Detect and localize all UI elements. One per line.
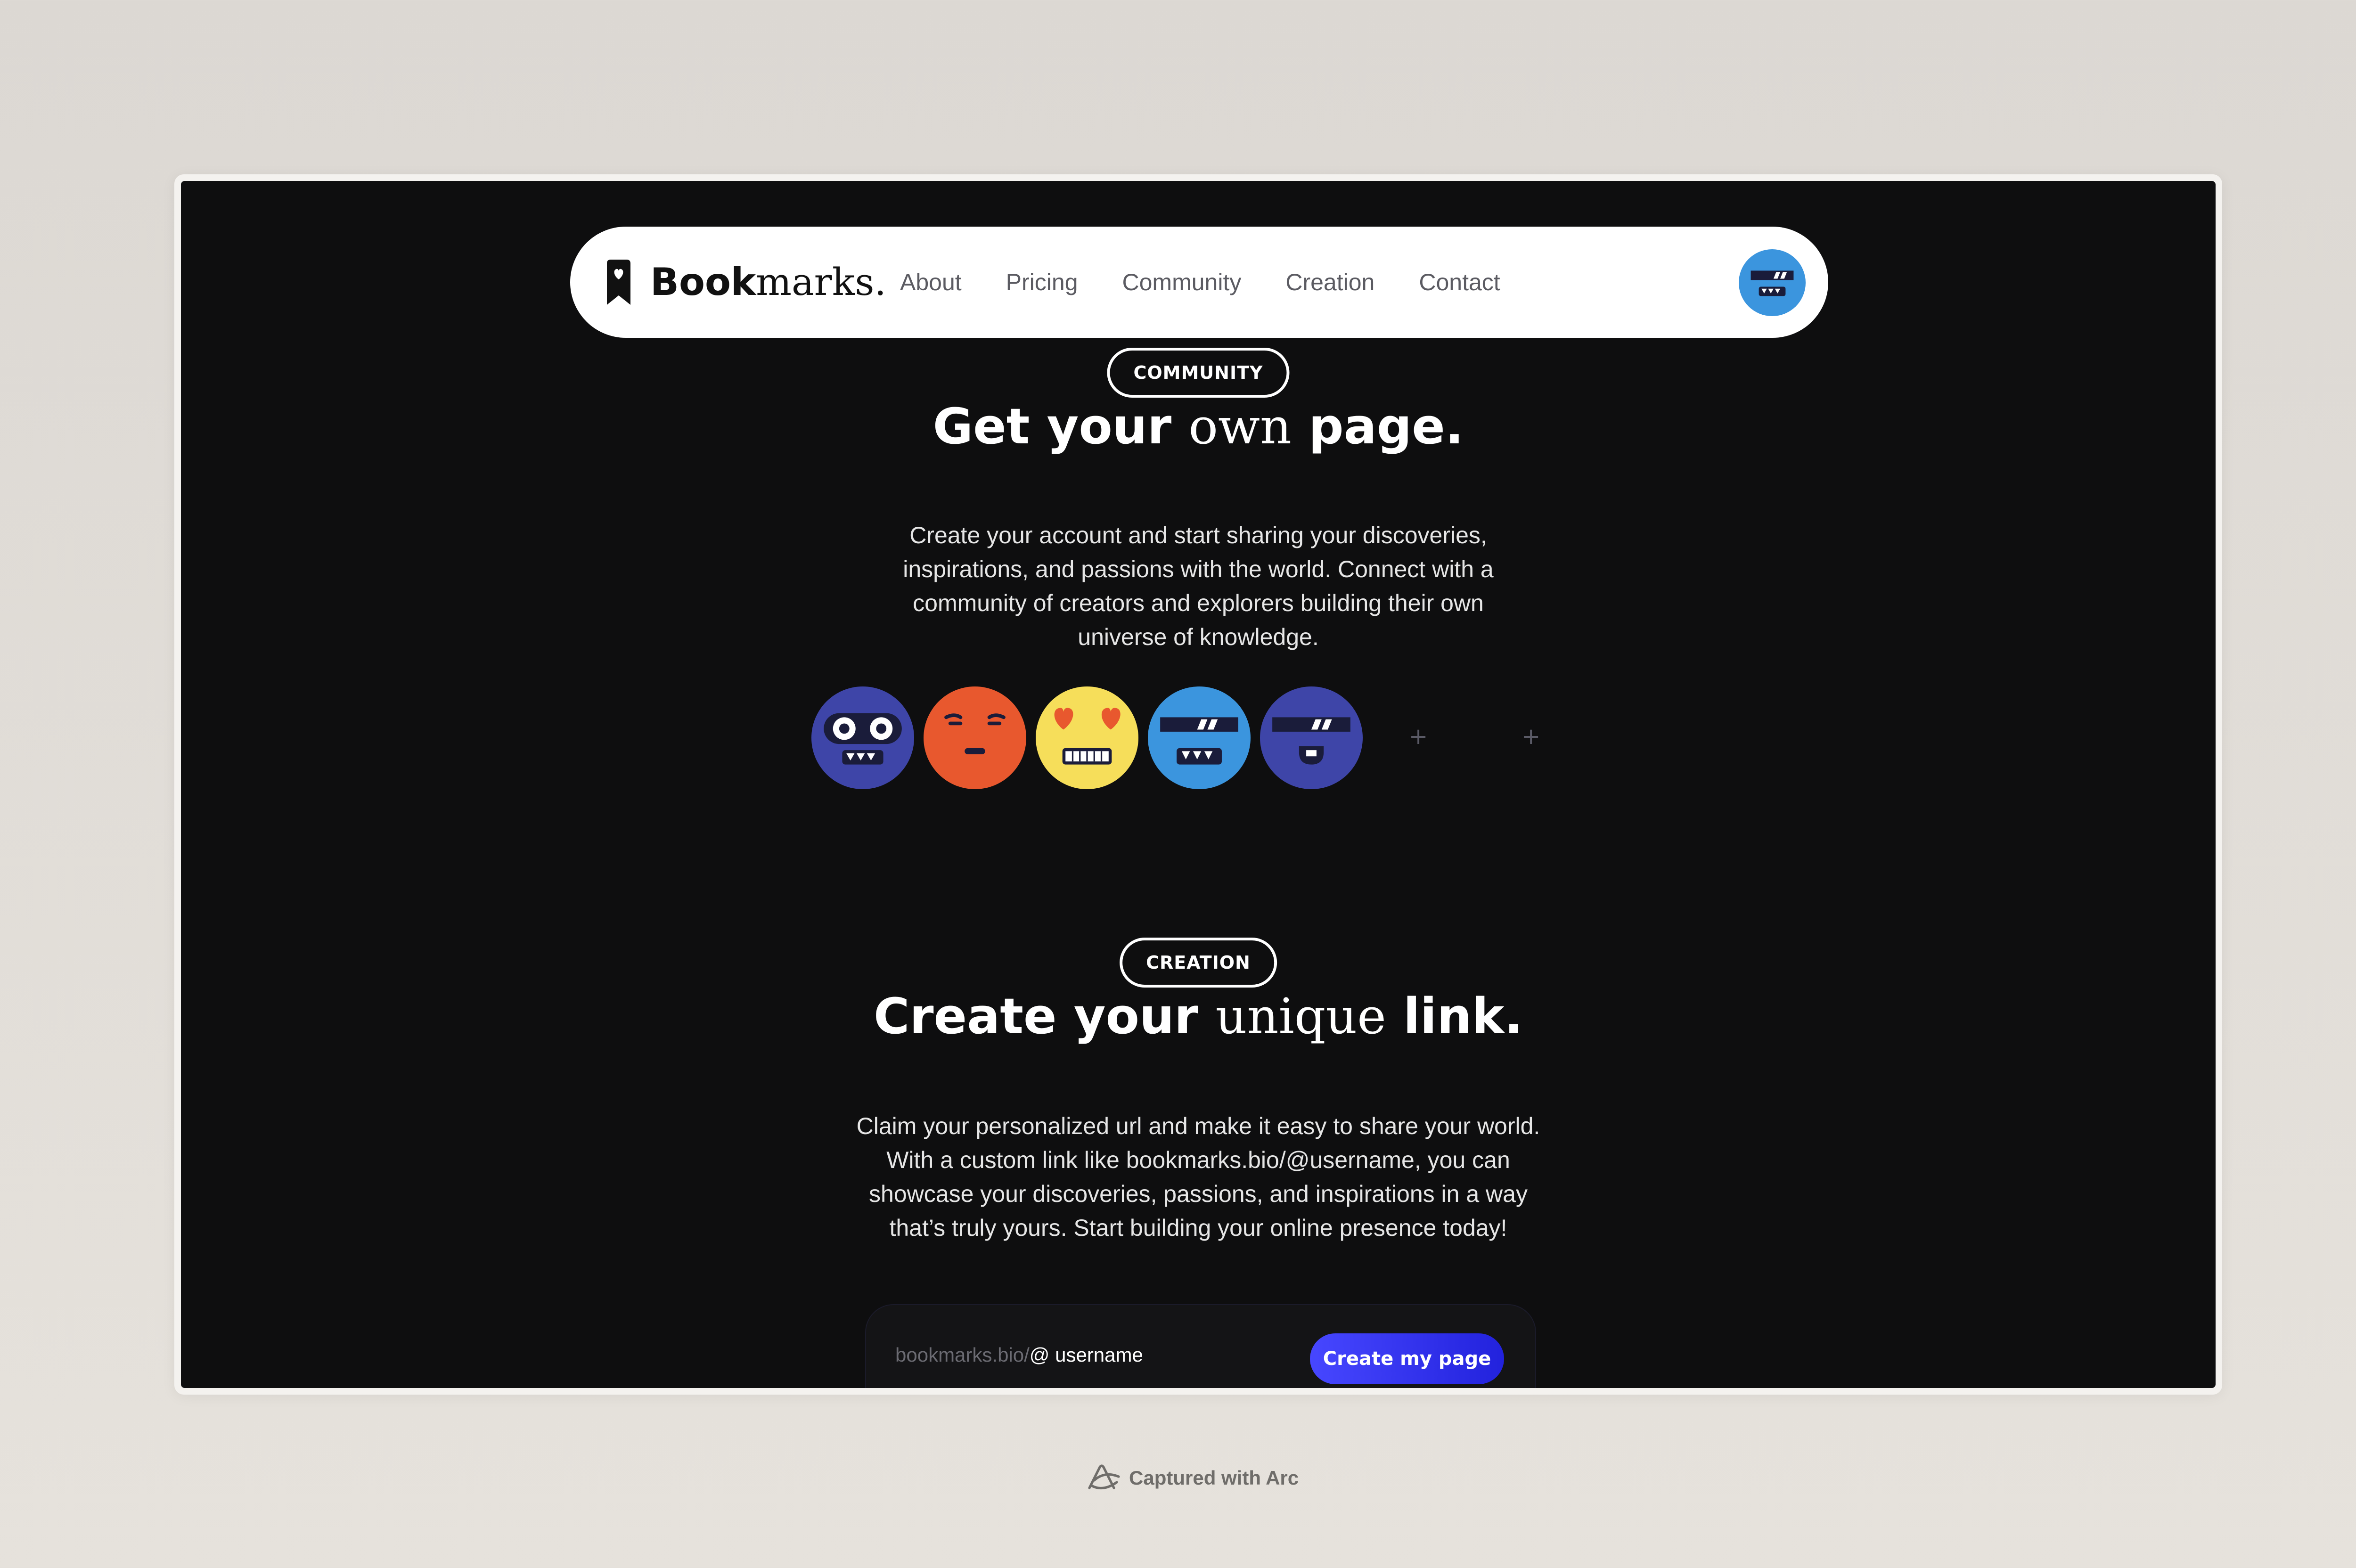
community-description: Create your account and start sharing yo… [903, 522, 1494, 650]
heading-serif-word: own [1188, 398, 1292, 455]
heading-part: link. [1386, 988, 1523, 1045]
page-viewport: Bookmarks. About Pricing Community Creat… [181, 181, 2216, 1388]
nav-link-pricing[interactable]: Pricing [1006, 269, 1078, 296]
brand-name[interactable]: Bookmarks. [650, 260, 886, 305]
nav-links: About Pricing Community Creation Contact [900, 227, 1500, 338]
heading-part: Get your [933, 398, 1189, 455]
heading-part: Create your [873, 988, 1216, 1045]
squint-face-icon [924, 686, 1026, 789]
plus-icon[interactable]: + [1522, 723, 1540, 750]
creation-description: Claim your personalized url and make it … [856, 1113, 1540, 1241]
link-prefix: bookmarks.bio/ [895, 1344, 1030, 1366]
creation-tag: CREATION [1120, 938, 1277, 988]
heading-part: page. [1291, 398, 1464, 455]
robot-face-icon [811, 686, 914, 789]
claim-link-form: bookmarks.bio/@ username Create my page [865, 1304, 1536, 1388]
brand-serif: marks. [756, 260, 886, 304]
heading-serif-word: unique [1215, 988, 1386, 1045]
link-field[interactable]: bookmarks.bio/@ username [895, 1344, 1143, 1366]
visor-face-icon [1148, 686, 1251, 789]
create-page-button[interactable]: Create my page [1310, 1333, 1504, 1384]
top-navbar: Bookmarks. About Pricing Community Creat… [570, 227, 1828, 338]
visor-tongue-face-icon [1260, 686, 1363, 789]
community-avatars [811, 686, 1363, 790]
captured-text: Captured with Arc [1129, 1467, 1299, 1489]
username-input[interactable]: @ username [1030, 1344, 1143, 1366]
captured-with-arc: Captured with Arc [1087, 1463, 1299, 1493]
browser-frame: Bookmarks. About Pricing Community Creat… [174, 174, 2222, 1395]
brand-bold: Book [650, 260, 756, 304]
heart-eyes-face-icon [1036, 686, 1138, 789]
bookmark-heart-logo-icon[interactable] [607, 260, 630, 305]
plus-icon[interactable]: + [1409, 723, 1428, 750]
arc-logo-icon [1088, 1464, 1120, 1490]
nav-link-contact[interactable]: Contact [1419, 269, 1500, 296]
nav-link-creation[interactable]: Creation [1285, 269, 1374, 296]
nav-link-about[interactable]: About [900, 269, 962, 296]
nav-link-community[interactable]: Community [1122, 269, 1242, 296]
community-tag: COMMUNITY [1107, 348, 1290, 398]
user-avatar-visor-icon[interactable] [1739, 249, 1806, 316]
creation-heading: Create your unique link. [181, 988, 2216, 1045]
community-heading: Get your own page. [181, 398, 2216, 455]
